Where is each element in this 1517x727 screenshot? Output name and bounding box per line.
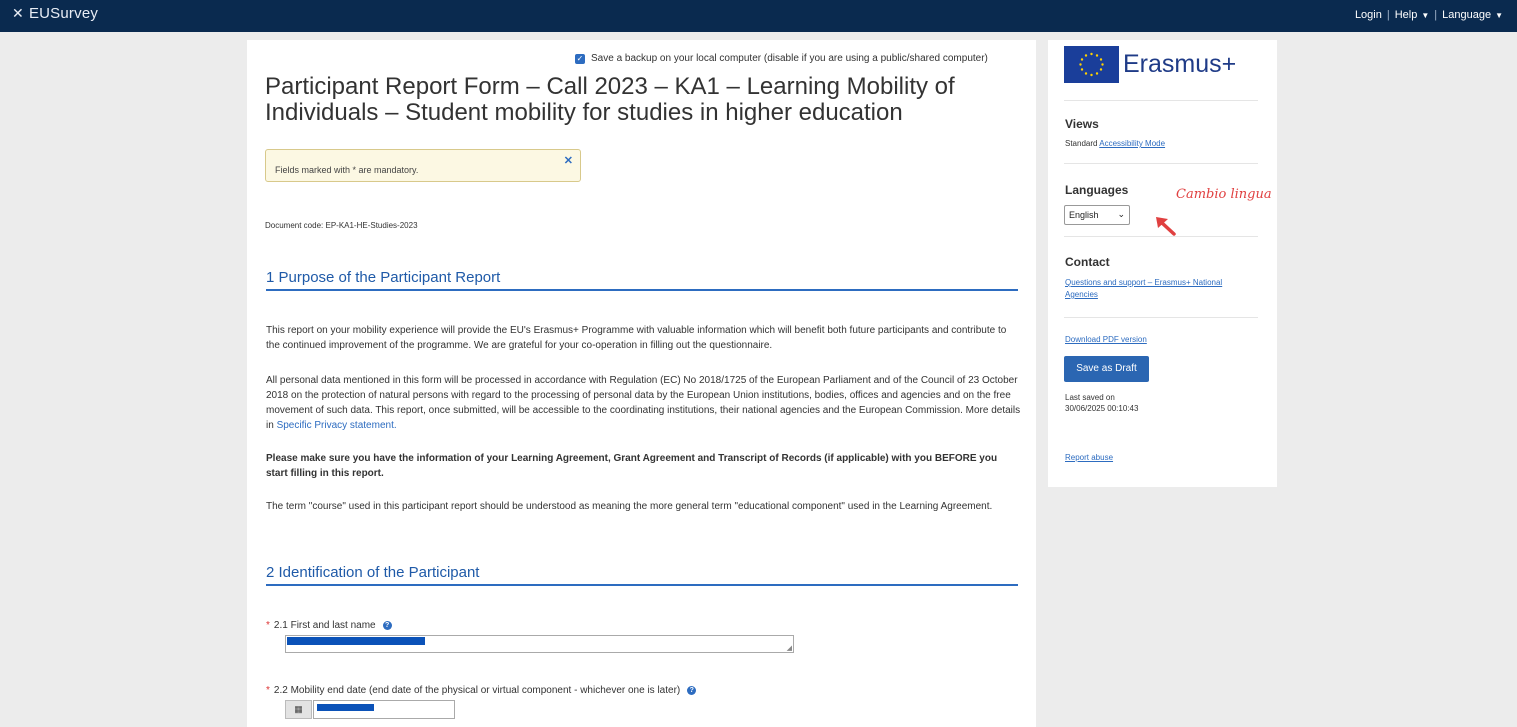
question-2-1-label: * 2.1 First and last name ?	[266, 620, 392, 631]
report-abuse-link[interactable]: Report abuse	[1065, 453, 1113, 462]
notice-text: Fields marked with * are mandatory.	[275, 165, 419, 175]
backup-option[interactable]: ✓ Save a backup on your local computer (…	[575, 53, 988, 64]
language-select[interactable]: English ⌄	[1064, 205, 1130, 225]
annotation-label: Cambio lingua	[1176, 187, 1272, 202]
calendar-button[interactable]: ▦	[285, 700, 312, 719]
divider	[1064, 236, 1258, 237]
required-asterisk: *	[266, 620, 270, 631]
download-pdf-link[interactable]: Download PDF version	[1065, 335, 1147, 344]
login-link[interactable]: Login	[1355, 9, 1382, 21]
redacted-value	[317, 704, 374, 711]
help-menu[interactable]: Help ▼	[1395, 9, 1430, 21]
redacted-value	[287, 637, 425, 645]
name-field[interactable]: ◢	[285, 635, 794, 653]
language-label: Language	[1442, 9, 1492, 21]
logo-text: Erasmus+	[1123, 50, 1237, 78]
chevron-down-icon: ⌄	[1117, 209, 1125, 219]
contact-heading: Contact	[1065, 255, 1110, 269]
top-bar: ✕ EUSurvey Login | Help ▼ | Language ▼	[0, 0, 1517, 32]
privacy-statement-link[interactable]: Specific Privacy statement.	[277, 420, 397, 431]
page-title: Participant Report Form – Call 2023 – KA…	[265, 73, 955, 126]
view-standard[interactable]: Standard	[1065, 139, 1097, 148]
paragraph-purpose: This report on your mobility experience …	[266, 325, 1007, 351]
save-as-draft-button[interactable]: Save as Draft	[1064, 356, 1149, 382]
language-value: English	[1069, 210, 1099, 220]
eusurvey-logo[interactable]: ✕ EUSurvey	[12, 5, 98, 22]
help-label: Help	[1394, 9, 1418, 21]
close-icon[interactable]: ✕	[564, 154, 573, 167]
chevron-down-icon: ▼	[1421, 11, 1430, 20]
last-saved-label: Last saved on	[1065, 393, 1115, 402]
backup-label: Save a backup on your local computer (di…	[591, 53, 988, 64]
paragraph-course-term: The term "course" used in this participa…	[266, 501, 993, 512]
language-menu[interactable]: Language ▼	[1442, 9, 1503, 21]
contact-support-link[interactable]: Questions and support – Erasmus+ Nationa…	[1065, 277, 1255, 301]
sidebar: Erasmus+ Views Standard Accessibility Mo…	[1048, 40, 1277, 487]
views-heading: Views	[1065, 117, 1099, 131]
annotation-arrow-icon	[1156, 217, 1176, 236]
view-accessibility-link[interactable]: Accessibility Mode	[1099, 139, 1165, 148]
section-title-2: 2 Identification of the Participant	[266, 564, 1018, 586]
last-saved-value: 30/06/2025 00:10:43	[1065, 404, 1139, 413]
paragraph-instructions: Please make sure you have the informatio…	[266, 453, 998, 479]
required-asterisk: *	[266, 685, 270, 696]
mandatory-notice: Fields marked with * are mandatory. ✕	[265, 149, 581, 182]
chevron-down-icon: ▼	[1495, 11, 1503, 20]
paragraph-privacy: All personal data mentioned in this form…	[266, 373, 1021, 433]
document-code: Document code: EP-KA1-HE-Studies-2023	[265, 221, 418, 230]
question-text: 2.2 Mobility end date (end date of the p…	[273, 685, 681, 696]
views-options: Standard Accessibility Mode	[1065, 139, 1165, 148]
divider	[1064, 163, 1258, 164]
nav-separator: |	[1434, 9, 1438, 21]
brand-name: EUSurvey	[28, 5, 99, 22]
question-text: 2.1 First and last name	[273, 620, 376, 631]
divider	[1064, 317, 1258, 318]
divider	[1064, 100, 1258, 101]
end-date-field[interactable]	[313, 700, 455, 719]
question-2-2-label: * 2.2 Mobility end date (end date of the…	[266, 685, 697, 696]
eu-flag-icon	[1064, 46, 1119, 83]
help-icon[interactable]: ?	[382, 621, 392, 630]
section-title-1: 1 Purpose of the Participant Report	[266, 269, 1018, 291]
resize-grip-icon[interactable]: ◢	[787, 644, 792, 652]
erasmus-logo: Erasmus+	[1064, 46, 1236, 83]
languages-heading: Languages	[1065, 183, 1129, 197]
form-panel: ✓ Save a backup on your local computer (…	[247, 40, 1036, 727]
top-nav: Login | Help ▼ | Language ▼	[1355, 9, 1503, 21]
calendar-icon: ▦	[294, 704, 303, 714]
nav-separator: |	[1386, 9, 1390, 21]
backup-checkbox[interactable]: ✓	[575, 53, 585, 64]
eusurvey-star-icon: ✕	[12, 5, 24, 21]
help-icon[interactable]: ?	[687, 686, 697, 695]
